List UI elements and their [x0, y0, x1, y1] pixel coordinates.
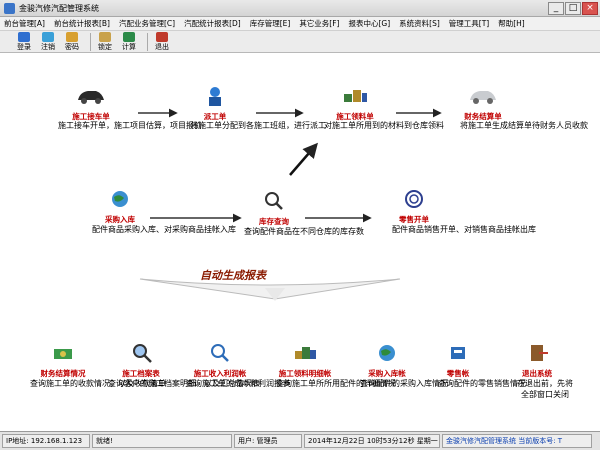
globe-icon [379, 345, 395, 361]
purchase-in-desc: 配件商品采购入库、对采购商品挂帐入库 [92, 225, 236, 234]
stock-query-node[interactable]: 库存查询 [244, 189, 304, 227]
workflow-area: 施工接车单 施工接车开单，施工项目估算，项目报价 派工单 将施工单分配到各施工班… [0, 53, 600, 431]
globe-icon [112, 191, 128, 207]
purchase-in-node[interactable]: 采购入库 [92, 187, 148, 225]
finance-settlement-node[interactable]: 财务结算单 [448, 84, 518, 122]
logout-icon [42, 31, 54, 42]
lock-button[interactable]: 锁定 [95, 31, 115, 52]
report-retail-desc: 查询配件的零售销售情况 [438, 379, 526, 388]
menu-parts-reports[interactable]: 汽配统计报表[D] [184, 18, 241, 29]
retail-icon [451, 347, 465, 359]
status-ip: IP地址: 192.168.1.123 [2, 434, 90, 448]
dispatch-desc: 将施工单分配到各施工班组，进行派工 [190, 121, 326, 130]
menu-other[interactable]: 其它业务[F] [299, 18, 339, 29]
search-report-icon [211, 344, 229, 362]
stock-query-desc: 查询配件商品在不同仓库的库存数 [244, 227, 364, 236]
report-profit-node[interactable]: 施工收入利润帐 [184, 341, 256, 379]
report-finance-node[interactable]: 财务结算情况 [28, 341, 98, 379]
retail-order-desc: 配件商品销售开单、对销售商品挂帐出库 [392, 225, 536, 234]
exit-icon [531, 345, 548, 361]
report-exit-node[interactable]: 退出系统 [506, 341, 568, 379]
report-purchase-node[interactable]: 采购入库帐 [356, 341, 418, 379]
exit-button[interactable]: 退出 [152, 31, 172, 52]
maximize-button[interactable]: □ [565, 2, 581, 15]
status-user: 用户: 管理员 [234, 434, 302, 448]
menu-parts-business[interactable]: 汽配业务管理[C] [119, 18, 175, 29]
status-bar: IP地址: 192.168.1.123 就绪! 用户: 管理员 2014年12月… [0, 431, 600, 450]
menu-front-desk[interactable]: 前台管理[A] [4, 18, 45, 29]
worker-icon [209, 87, 221, 106]
repair-order-desc: 施工接车开单，施工项目估算，项目报价 [58, 121, 202, 130]
finance-settlement-desc: 将施工单生成结算单待财务人员收款 [460, 121, 588, 130]
report-exit-desc: 在退出前，先将全部窗口关闭 [517, 379, 573, 399]
menu-front-reports[interactable]: 前台统计报表[B] [54, 18, 110, 29]
login-button[interactable]: 登录 [14, 31, 34, 52]
report-parts-detail-node[interactable]: 施工领料明细帐 [266, 341, 344, 379]
menu-report-center[interactable]: 报表中心[G] [348, 18, 390, 29]
status-product: 金骏汽修汽配管理系统 当前版本号: T [442, 434, 592, 448]
retail-order-node[interactable]: 零售开单 [386, 187, 442, 225]
status-datetime: 2014年12月22日 10时53分12秒 星期一 [304, 434, 440, 448]
magnifier-icon [133, 344, 152, 363]
toolbar-separator [90, 32, 91, 51]
menu-help[interactable]: 帮助[H] [498, 18, 525, 29]
parts-requisition-desc: 对施工单所用到的材料到仓库领料 [324, 121, 444, 130]
repair-order-node[interactable]: 施工接车单 [56, 84, 126, 122]
parts-icon [344, 90, 367, 102]
calculator-icon [123, 31, 135, 42]
report-purchase-desc: 查询配件的采购入库情况 [360, 379, 448, 388]
report-retail-node[interactable]: 零售帐 [430, 341, 486, 379]
menu-inventory[interactable]: 库存管理[E] [250, 18, 291, 29]
menu-bar: 前台管理[A] 前台统计报表[B] 汽配业务管理[C] 汽配统计报表[D] 库存… [0, 17, 600, 31]
app-icon [4, 2, 15, 14]
menu-system-data[interactable]: 系统资料[S] [399, 18, 440, 29]
window-title: 金骏汽修汽配管理系统 [19, 3, 99, 13]
menu-tools[interactable]: 管理工具[T] [449, 18, 489, 29]
status-ready: 就绪! [92, 434, 232, 448]
title-bar: 金骏汽修汽配管理系统 _ □ × [0, 0, 600, 17]
knot-icon [405, 190, 423, 208]
toolbar-separator [147, 32, 148, 51]
magnifier-icon [265, 192, 283, 210]
parts-detail-icon [295, 347, 316, 359]
report-archive-node[interactable]: 施工档案表 [106, 341, 176, 379]
password-button[interactable]: 密码 [62, 31, 82, 52]
dispatch-node[interactable]: 派工单 [185, 84, 245, 122]
parts-requisition-node[interactable]: 施工领料单 [322, 84, 388, 122]
key-icon [66, 31, 78, 42]
report-banner: 自动生成报表 [200, 269, 266, 282]
login-icon [18, 31, 30, 42]
money-icon [54, 349, 72, 359]
close-button[interactable]: × [582, 2, 598, 15]
toolbar: 登录 注销 密码 锁定 计算 退出 [0, 31, 600, 53]
arrow-stock-to-requisition [289, 142, 318, 176]
calculator-button[interactable]: 计算 [119, 31, 139, 52]
silver-car-icon [470, 91, 496, 104]
report-profit-desc: 查询施工单的成本和利润报表 [186, 379, 290, 388]
minimize-button[interactable]: _ [548, 2, 564, 15]
lock-icon [99, 31, 111, 42]
logout-button[interactable]: 注销 [38, 31, 58, 52]
car-icon [78, 91, 104, 104]
exit-icon [156, 31, 168, 42]
